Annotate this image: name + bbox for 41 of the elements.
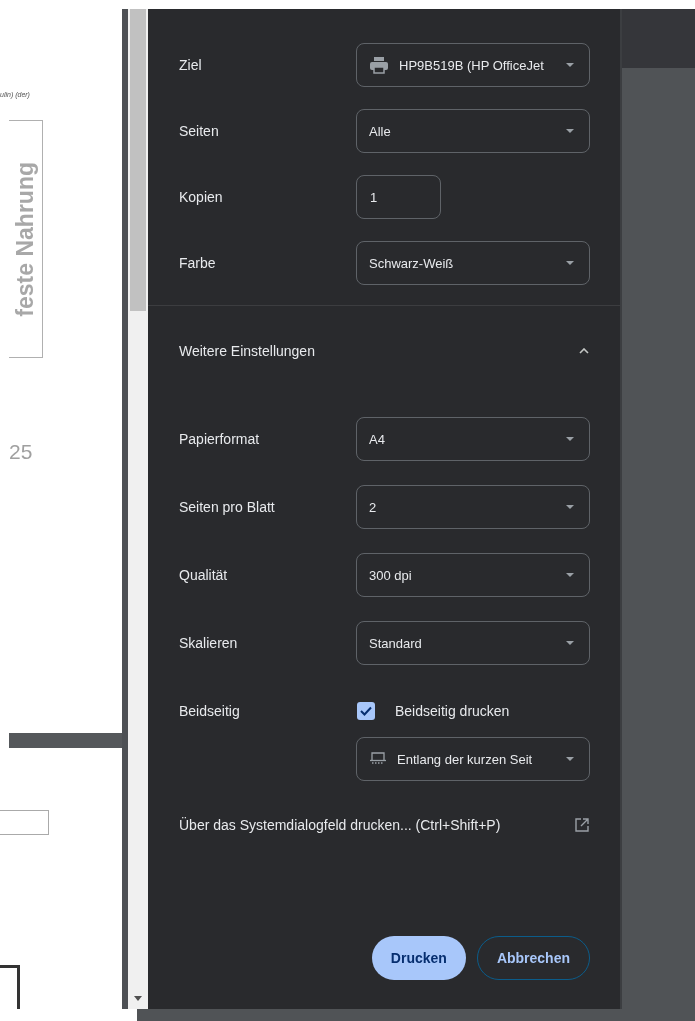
external-link-icon[interactable]: [575, 818, 589, 832]
setting-label: Ziel: [179, 56, 203, 75]
setting-label: Seiten: [179, 122, 220, 141]
caret-icon: [565, 640, 575, 646]
dropdown[interactable]: 2: [356, 485, 590, 529]
caret-icon: [579, 348, 589, 354]
system-dialog-link[interactable]: Über das Systemdialogfeld drucken... (Ctrl+Shift+P): [179, 817, 501, 833]
setting-label: Skalieren: [179, 634, 239, 653]
checkbox-label: Beidseitig drucken: [395, 703, 510, 719]
number-field[interactable]: 1: [356, 175, 441, 219]
caret-icon: [565, 572, 575, 578]
caret-icon: [565, 62, 575, 68]
vertical-title: feste Nahrung: [12, 161, 39, 317]
caret-icon: [565, 436, 575, 442]
scroll-down-icon[interactable]: [134, 996, 142, 1001]
dropdown[interactable]: Standard: [356, 621, 590, 665]
setting-label: Qualität: [179, 566, 229, 585]
setting-label: Farbe: [179, 254, 217, 273]
duplex-dropdown[interactable]: Entlang der kurzen Seit: [356, 737, 590, 781]
page-number: 25: [9, 440, 34, 464]
dropdown[interactable]: A4: [356, 417, 590, 461]
setting-label: Beidseitig: [179, 702, 241, 721]
printer-icon: [369, 56, 389, 74]
form-box: [0, 810, 49, 835]
dropdown[interactable]: Schwarz-Weiß: [356, 241, 590, 285]
more-settings-toggle[interactable]: Weitere Einstellungen: [179, 329, 589, 373]
print-button[interactable]: Drucken: [371, 936, 466, 980]
setting-label: Kopien: [179, 188, 224, 207]
setting-label: Seiten pro Blatt: [179, 498, 276, 517]
setting-label: Papierformat: [179, 430, 261, 449]
destination-dropdown[interactable]: HP9B519B (HP OfficeJet: [356, 43, 590, 87]
caret-icon: [565, 504, 575, 510]
dropdown[interactable]: 300 dpi: [356, 553, 590, 597]
checkbox[interactable]: [357, 702, 375, 720]
caret-icon: [565, 260, 575, 266]
caret-icon: [565, 756, 575, 762]
scroll-thumb[interactable]: [130, 9, 146, 311]
caret-icon: [565, 128, 575, 134]
document-edge-icon: [369, 751, 387, 767]
dropdown[interactable]: Alle: [356, 109, 590, 153]
scrollbar[interactable]: [122, 9, 148, 1009]
